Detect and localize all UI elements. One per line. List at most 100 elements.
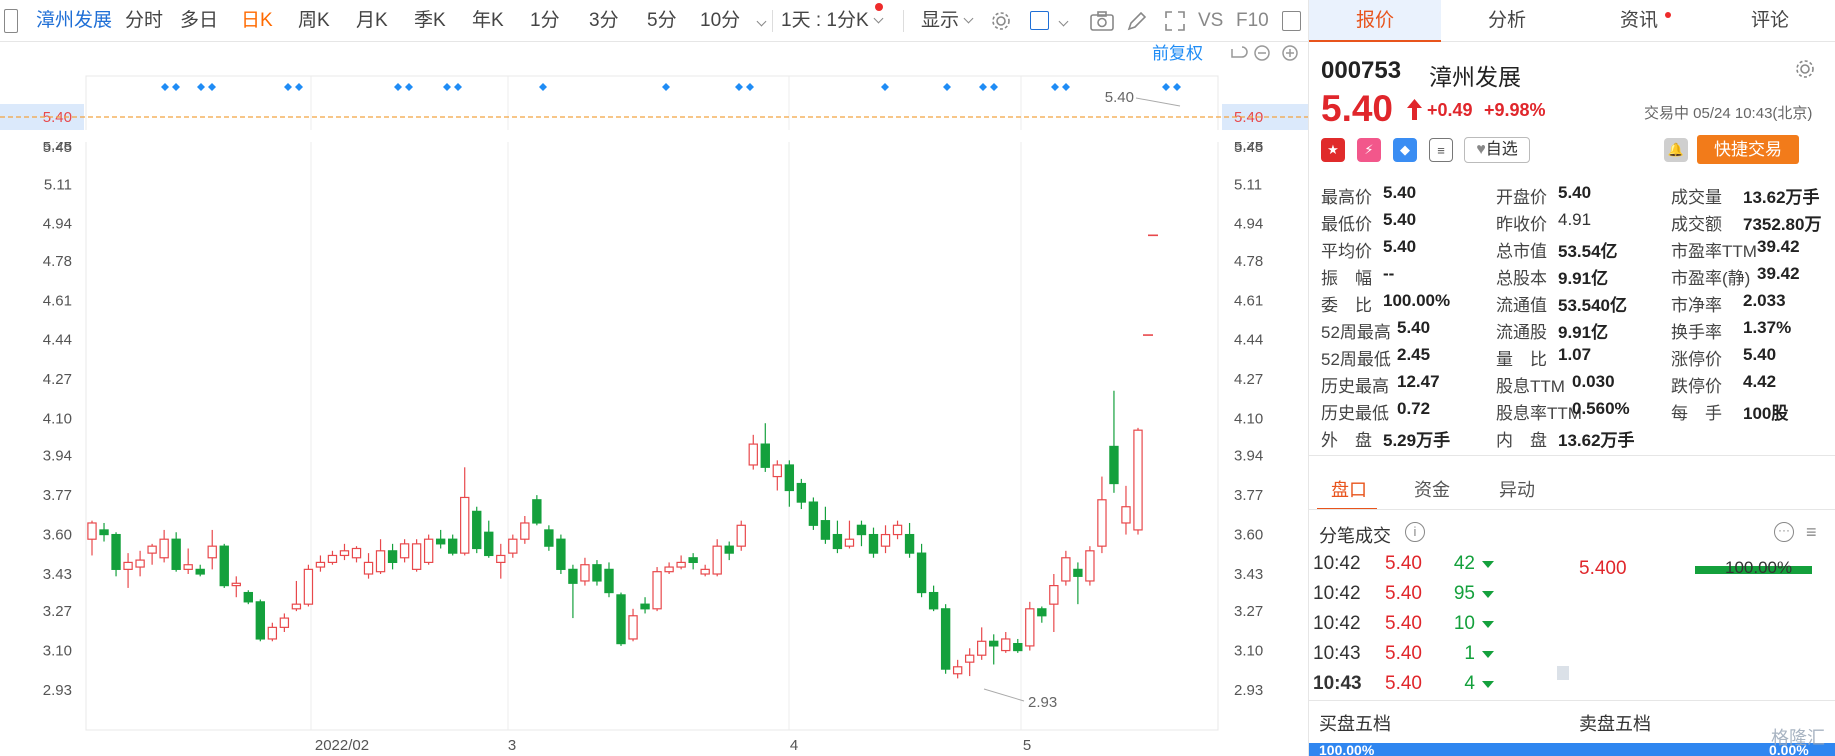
candle (1073, 562, 1083, 605)
tab-10min[interactable]: 10分 (700, 0, 740, 42)
candle-body (183, 564, 193, 570)
zoom-out-icon[interactable] (1254, 45, 1270, 61)
field-value: 12.47 (1397, 372, 1440, 391)
watchlist-button[interactable]: ♥自选 (1464, 137, 1530, 163)
candle-body (399, 543, 410, 559)
subtab-funds[interactable]: 资金 (1414, 476, 1450, 502)
gear-icon[interactable] (1794, 58, 1816, 80)
fullscreen-icon[interactable] (1164, 10, 1186, 32)
candle-body (159, 538, 169, 559)
notification-dot (875, 3, 883, 11)
price-change-percent: +9.98% (1484, 100, 1546, 120)
candle (183, 548, 193, 575)
adjust-type-link[interactable]: 前复权 (1152, 44, 1203, 63)
candle-body (748, 443, 758, 466)
event-marker-icon (990, 83, 998, 91)
field-value: 0.72 (1397, 399, 1431, 418)
candle (580, 557, 590, 586)
event-marker-icon (454, 83, 462, 91)
panel-toggle-icon[interactable] (1282, 11, 1301, 31)
tab-quote[interactable]: 报价 (1309, 0, 1441, 42)
tab-news[interactable]: 资讯 (1573, 0, 1705, 42)
tab-intraday[interactable]: 分时 (125, 0, 163, 42)
more-periods-chevron-icon[interactable] (756, 16, 767, 27)
price-axis-label: 2.93 (43, 682, 72, 699)
candle-body (315, 561, 326, 568)
tick-volume: 10 (1453, 613, 1475, 634)
undo-icon[interactable] (1231, 46, 1248, 58)
candle (1049, 574, 1059, 633)
price-axis-label: 4.27 (1234, 371, 1263, 388)
info-icon[interactable]: i (1405, 522, 1425, 542)
field-label: 52周最低 (1321, 350, 1391, 369)
price-axis-label: 3.10 (43, 643, 72, 660)
list-icon[interactable]: ≡ (1806, 522, 1828, 542)
tab-3min[interactable]: 3分 (589, 0, 619, 42)
stock-name-label[interactable]: 漳州发展 (36, 0, 112, 42)
tab-5min[interactable]: 5分 (647, 0, 677, 42)
candle (892, 520, 903, 540)
compare-button[interactable]: VS (1198, 0, 1223, 42)
tab-weekly-k[interactable]: 周K (298, 0, 330, 42)
subtab-orderbook[interactable]: 盘口 (1331, 476, 1367, 502)
scroll-thumb[interactable] (1557, 666, 1569, 680)
candle (736, 520, 746, 551)
tab-multi-day[interactable]: 多日 (180, 0, 218, 42)
candle (399, 539, 410, 563)
candle (435, 529, 446, 549)
field-label: 开盘价 (1496, 188, 1547, 207)
tab-daily-k[interactable]: 日K (241, 0, 273, 42)
zoom-in-icon[interactable] (1282, 45, 1298, 61)
camera-icon[interactable] (1090, 11, 1114, 31)
tab-monthly-k[interactable]: 月K (356, 0, 388, 42)
candle (676, 555, 686, 570)
field-value: 5.40 (1383, 210, 1417, 229)
candle (820, 506, 831, 544)
subtab-changes[interactable]: 异动 (1499, 476, 1535, 502)
candle (255, 599, 266, 642)
interval-select[interactable]: 1天 : 1分K (781, 0, 884, 42)
candle-body (712, 545, 722, 575)
tab-comments[interactable]: 评论 (1704, 0, 1835, 42)
tab-analysis[interactable]: 分析 (1441, 0, 1573, 42)
watermark: 格隆汇 (1771, 728, 1825, 748)
candle (796, 478, 807, 510)
tick-volume: 4 (1464, 673, 1475, 694)
candle (123, 553, 133, 588)
bell-icon[interactable]: 🔔 (1664, 138, 1688, 162)
candle-body (832, 533, 843, 550)
pencil-icon[interactable] (1126, 10, 1148, 32)
price-axis-label: 4.27 (43, 371, 72, 388)
candle (688, 553, 698, 570)
quick-trade-button[interactable]: 快捷交易 (1697, 135, 1799, 164)
square-icon[interactable] (1030, 11, 1049, 30)
candle (1037, 606, 1047, 623)
gear-icon[interactable] (990, 10, 1012, 32)
china-flag-icon: ★ (1321, 138, 1345, 162)
candle-body (207, 545, 217, 559)
field-value: 100.00% (1383, 291, 1451, 310)
f10-button[interactable]: F10 (1236, 0, 1269, 42)
field-value: 39.42 (1757, 237, 1800, 256)
divider (1309, 455, 1835, 456)
candle (1085, 546, 1095, 586)
candle (940, 604, 951, 674)
more-icon[interactable]: ··· (1774, 522, 1794, 542)
tab-yearly-k[interactable]: 年K (472, 0, 504, 42)
candle-body (556, 538, 566, 570)
tab-1min[interactable]: 1分 (530, 0, 560, 42)
chevron-down-icon[interactable] (1058, 16, 1069, 27)
candle (520, 516, 530, 544)
candlestick-chart[interactable]: 2022/02 3 4 5 5.40 5.405.28 5.285.11 5.114.94 4… (0, 43, 1308, 756)
candle-body (1121, 506, 1131, 524)
candle-body (520, 522, 530, 540)
candle-body (375, 550, 386, 573)
candle (904, 522, 915, 558)
field-label: 股息TTM (1496, 377, 1565, 396)
sidebar-toggle-icon[interactable] (4, 9, 18, 33)
display-select[interactable]: 显示 (921, 0, 974, 42)
tab-quarterly-k[interactable]: 季K (414, 0, 446, 42)
buy-levels-title: 买盘五档 (1319, 714, 1391, 734)
field-label: 市盈率TTM (1671, 242, 1757, 261)
event-marker-icon (172, 83, 180, 91)
